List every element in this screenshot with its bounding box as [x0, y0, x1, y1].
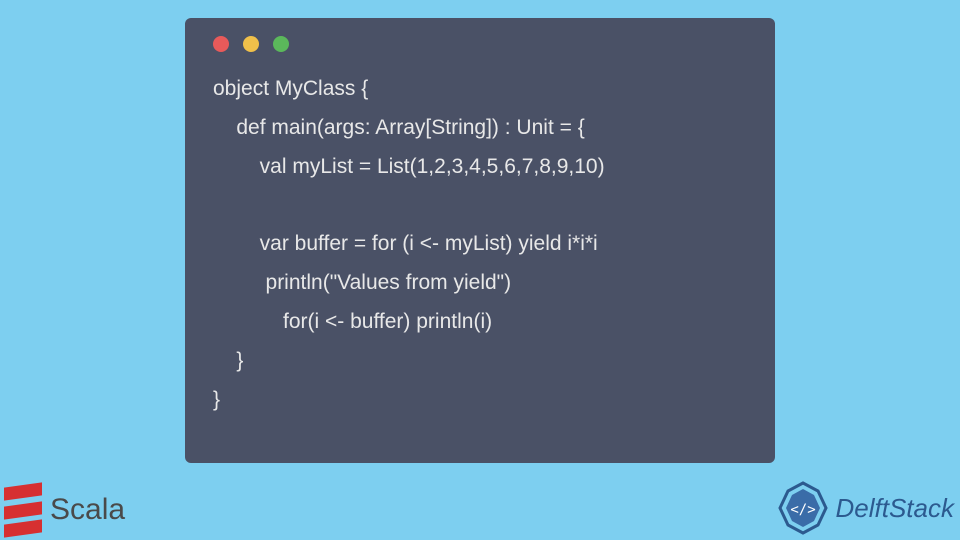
minimize-icon: [243, 36, 259, 52]
code-window: object MyClass { def main(args: Array[St…: [185, 18, 775, 463]
window-controls: [213, 36, 747, 52]
delftstack-label: DelftStack: [836, 493, 955, 524]
code-line: println("Values from yield"): [213, 271, 511, 294]
code-line: }: [213, 349, 243, 372]
maximize-icon: [273, 36, 289, 52]
svg-text:</>: </>: [790, 502, 815, 518]
delftstack-icon: </>: [776, 481, 830, 535]
code-line: def main(args: Array[String]) : Unit = {: [213, 116, 585, 139]
code-line: var buffer = for (i <- myList) yield i*i…: [213, 232, 598, 255]
code-line: }: [213, 388, 220, 411]
code-line: object MyClass {: [213, 77, 368, 100]
scala-bar: [4, 482, 42, 500]
delftstack-logo: </> DelftStack: [776, 481, 955, 535]
scala-bar: [4, 501, 42, 519]
scala-bar: [4, 519, 42, 537]
close-icon: [213, 36, 229, 52]
scala-logo: Scala: [4, 485, 125, 535]
scala-icon: [4, 485, 42, 535]
code-line: val myList = List(1,2,3,4,5,6,7,8,9,10): [213, 155, 605, 178]
scala-label: Scala: [50, 493, 125, 527]
code-content: object MyClass { def main(args: Array[St…: [213, 70, 747, 420]
code-line: for(i <- buffer) println(i): [213, 310, 492, 333]
